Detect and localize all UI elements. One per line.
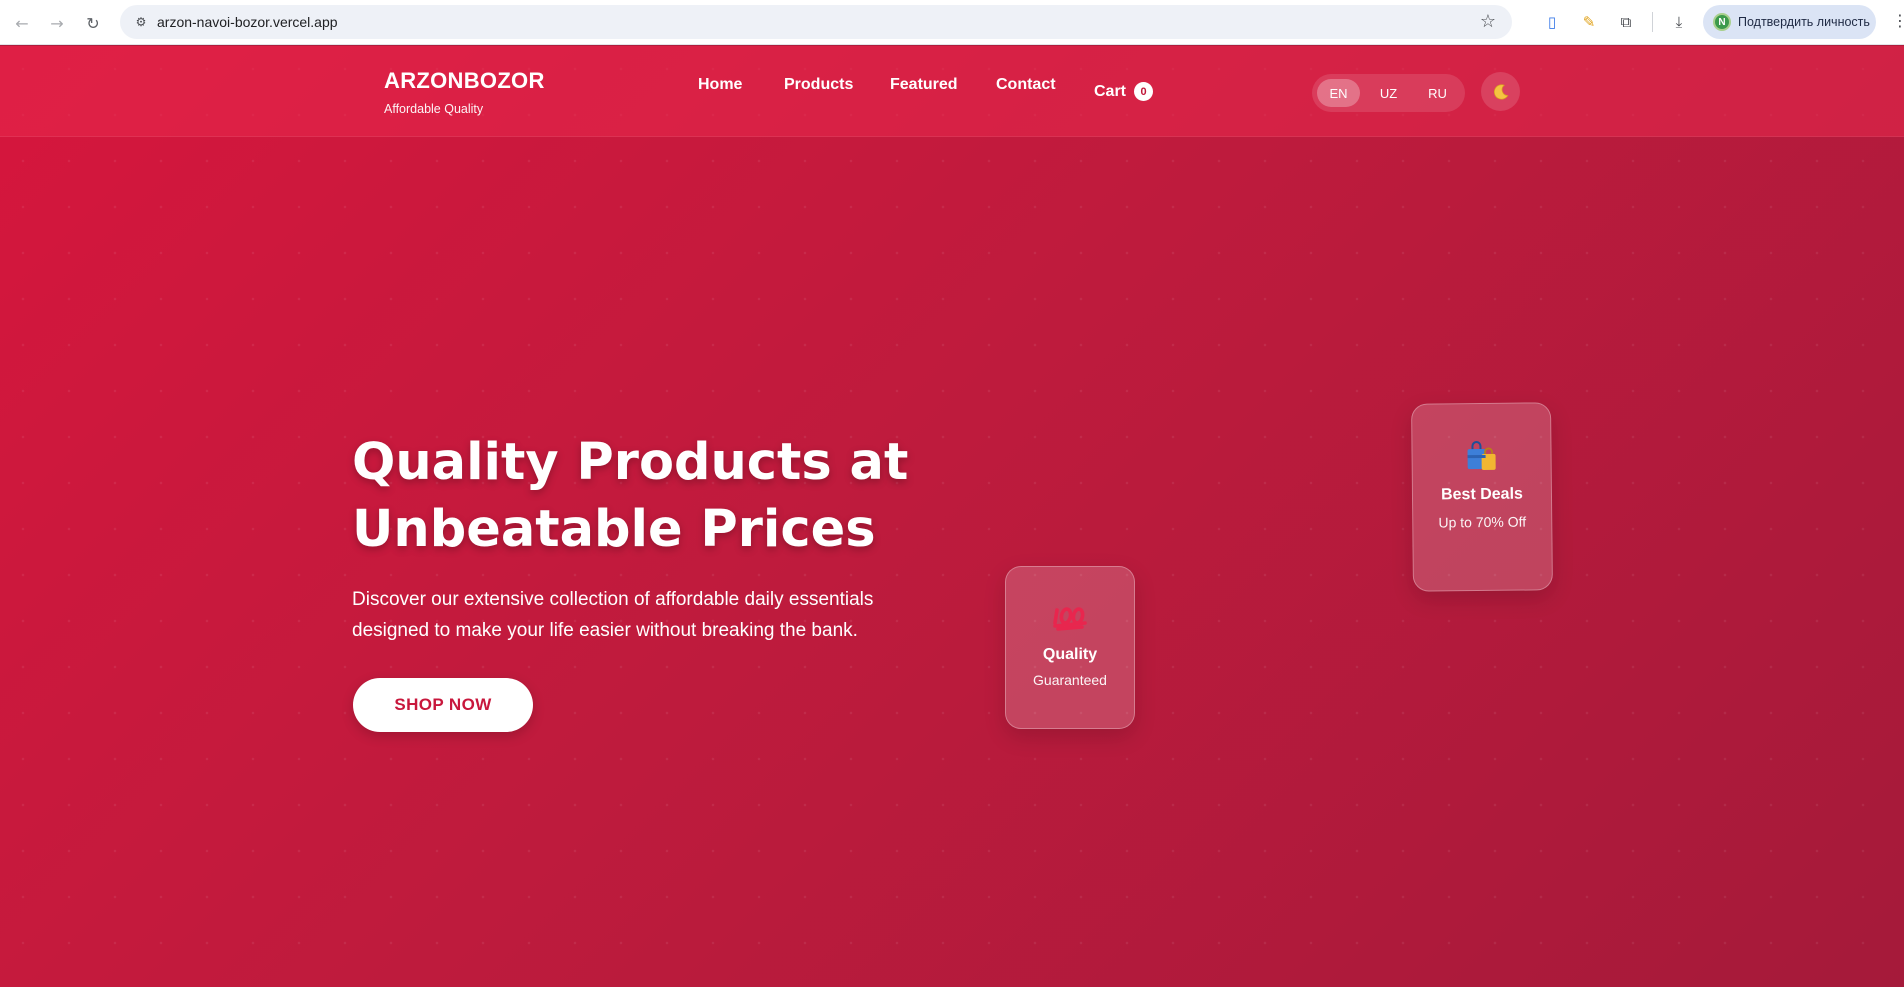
profile-label: Подтвердить личность — [1738, 15, 1870, 29]
lang-en-button[interactable]: EN — [1317, 79, 1360, 107]
toolbar-divider — [1652, 12, 1653, 32]
lang-uz-button[interactable]: UZ — [1367, 79, 1410, 107]
browser-menu-icon[interactable]: ⋮ — [1892, 11, 1904, 30]
forward-icon[interactable]: → — [44, 10, 70, 36]
url-text[interactable]: arzon-navoi-bozor.vercel.app — [157, 14, 338, 30]
cart-label: Cart — [1094, 82, 1127, 100]
theme-toggle-button[interactable] — [1481, 72, 1520, 111]
hundred-points-icon — [1053, 607, 1087, 631]
lang-ru-button[interactable]: RU — [1416, 79, 1459, 107]
browser-toolbar: ← → ↻ ⚙ arzon-navoi-bozor.vercel.app ☆ ▯… — [0, 0, 1904, 45]
hero-title-line2: Unbeatable Prices — [352, 500, 876, 559]
cart-count-badge: 0 — [1134, 82, 1154, 101]
brand-logo[interactable]: ARZONBOZOR Affordable Quality — [384, 68, 545, 116]
pen-icon[interactable]: ✎ — [1577, 10, 1601, 34]
address-bar[interactable]: ⚙ arzon-navoi-bozor.vercel.app ☆ — [120, 5, 1512, 39]
language-switcher: EN UZ RU — [1312, 74, 1465, 112]
nav-contact[interactable]: Contact — [996, 76, 1056, 94]
hero-title-line1: Quality Products at — [352, 433, 909, 492]
extension-icon[interactable]: ▯ — [1540, 10, 1564, 34]
downloads-icon[interactable]: ⤓ — [1667, 10, 1691, 34]
nav-featured[interactable]: Featured — [890, 76, 958, 94]
extensions-puzzle-icon[interactable]: ⧉ — [1614, 10, 1638, 34]
page-body: ARZONBOZOR Affordable Quality Home Produ… — [0, 46, 1904, 987]
avatar: N — [1713, 13, 1731, 31]
nav-products[interactable]: Products — [784, 76, 853, 94]
bookmark-star-icon[interactable]: ☆ — [1480, 11, 1496, 32]
quality-card: Quality Guaranteed — [1005, 566, 1135, 729]
brand-name: ARZONBOZOR — [384, 68, 545, 93]
quality-card-title: Quality — [1042, 646, 1098, 663]
shopping-bags-icon — [1467, 441, 1496, 470]
back-icon[interactable]: ← — [9, 10, 35, 36]
nav-home[interactable]: Home — [698, 76, 742, 94]
reload-icon[interactable]: ↻ — [80, 10, 106, 36]
hero-title: Quality Products at Unbeatable Prices — [352, 429, 972, 563]
profile-button[interactable]: N Подтвердить личность — [1703, 5, 1876, 39]
best-deals-card-title: Best Deals — [1440, 485, 1523, 504]
site-header: ARZONBOZOR Affordable Quality Home Produ… — [0, 46, 1904, 137]
moon-icon — [1493, 83, 1508, 99]
quality-card-subtitle: Guaranteed — [1033, 672, 1107, 688]
shop-now-button[interactable]: SHOP NOW — [353, 678, 533, 732]
best-deals-card: Best Deals Up to 70% Off — [1411, 402, 1553, 592]
site-info-icon[interactable]: ⚙ — [131, 12, 151, 32]
cart-link[interactable]: Cart 0 — [1094, 82, 1154, 101]
best-deals-card-subtitle: Up to 70% Off — [1438, 513, 1527, 531]
brand-tagline: Affordable Quality — [384, 102, 484, 116]
hero-description: Discover our extensive collection of aff… — [352, 589, 874, 641]
